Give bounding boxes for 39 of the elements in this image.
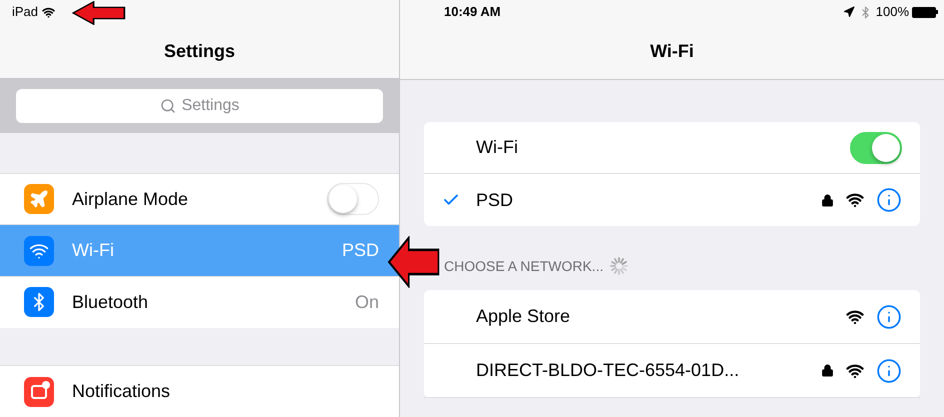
row-label: Wi-Fi bbox=[72, 239, 115, 262]
wifi-signal-icon bbox=[846, 362, 864, 380]
settings-row[interactable]: Bluetooth On bbox=[0, 276, 399, 328]
notification-square-icon bbox=[24, 376, 54, 407]
location-icon bbox=[842, 6, 855, 18]
status-time: 10:49 AM bbox=[444, 3, 502, 22]
row-value: On bbox=[354, 290, 379, 314]
pane-title: Settings bbox=[164, 40, 235, 63]
row-label: Airplane Mode bbox=[72, 188, 190, 211]
network-name: Apple Store bbox=[476, 305, 572, 328]
info-button[interactable] bbox=[876, 304, 902, 330]
info-button[interactable] bbox=[876, 187, 902, 213]
row-value: PSD bbox=[342, 239, 379, 262]
settings-row[interactable]: Airplane Mode bbox=[0, 172, 399, 224]
search-icon bbox=[160, 98, 176, 114]
row-label: Bluetooth bbox=[72, 290, 150, 314]
arrow-icon bbox=[388, 236, 440, 288]
network-name: PSD bbox=[476, 188, 514, 212]
loading-spinner-icon bbox=[609, 256, 630, 276]
network-row[interactable]: Apple Store bbox=[424, 290, 920, 344]
info-button[interactable] bbox=[876, 358, 902, 384]
settings-row[interactable]: Notifications bbox=[0, 365, 399, 417]
wifi-signal-icon bbox=[42, 6, 56, 18]
pane-title: Wi-Fi bbox=[650, 40, 694, 63]
wifi-signal-icon bbox=[846, 191, 864, 209]
section-header: CHOOSE A NETWORK... bbox=[444, 256, 604, 276]
toggle-switch[interactable] bbox=[850, 132, 902, 164]
battery-percent: 100% bbox=[876, 3, 909, 22]
wifi-signal-icon bbox=[846, 308, 864, 326]
bluetooth-icon bbox=[24, 287, 54, 318]
arrow-icon bbox=[72, 1, 126, 25]
row-label: Notifications bbox=[72, 380, 172, 404]
network-row[interactable]: DIRECT-BLDO-TEC-6554-01D... bbox=[424, 344, 920, 398]
row-label: Wi-Fi bbox=[476, 136, 519, 159]
wifi-icon bbox=[24, 236, 54, 266]
device-label: iPad bbox=[12, 3, 38, 22]
network-name: DIRECT-BLDO-TEC-6554-01D... bbox=[476, 359, 740, 382]
airplane-icon bbox=[24, 184, 54, 214]
battery-icon bbox=[912, 6, 938, 18]
